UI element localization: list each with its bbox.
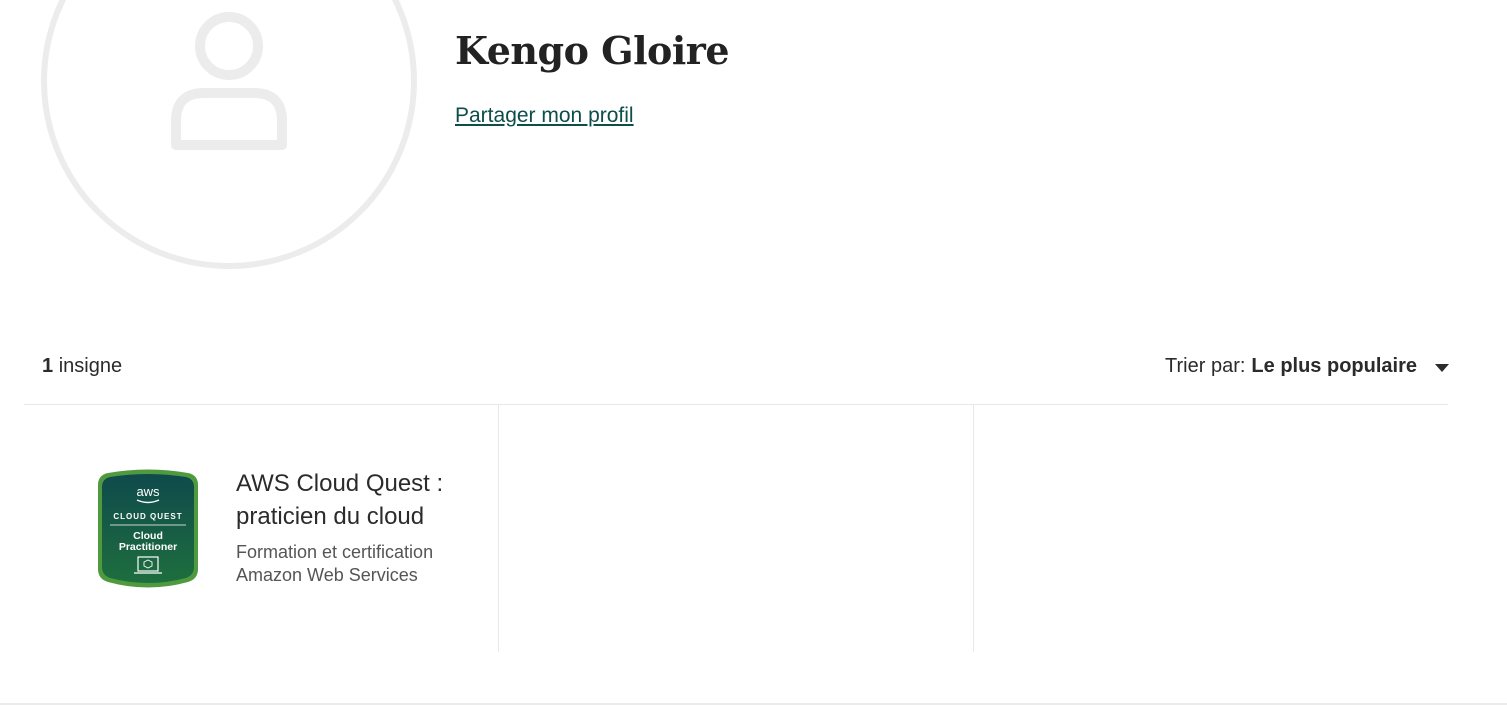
share-profile-link[interactable]: Partager mon profil [455,104,634,128]
profile-name: Kengo Gloire [455,28,730,73]
user-placeholder-icon [41,0,417,269]
sort-prefix: Trier par: [1165,355,1246,377]
sort-value: Le plus populaire [1251,355,1417,377]
badge-image: aws CLOUD QUEST Cloud Practitioner [94,469,202,589]
badge-count: 1 insigne [42,355,122,378]
column-divider [973,405,974,652]
badge-line1: CLOUD QUEST [113,512,182,521]
avatar [41,0,417,269]
badge-count-label: insigne [58,355,123,377]
badge-line3: Practitioner [119,541,177,553]
footer-divider [0,703,1507,705]
badge-card[interactable]: aws CLOUD QUEST Cloud Practitioner AWS C… [24,405,498,652]
badge-brand: aws [136,484,160,499]
caret-down-icon [1435,364,1449,372]
badge-title[interactable]: AWS Cloud Quest : praticien du cloud [236,467,486,533]
badge-issuer: Formation et certification Amazon Web Se… [236,542,434,585]
column-divider [498,405,499,652]
sort-dropdown[interactable]: Trier par: Le plus populaire [1165,355,1449,378]
badge-count-number: 1 [42,355,54,377]
